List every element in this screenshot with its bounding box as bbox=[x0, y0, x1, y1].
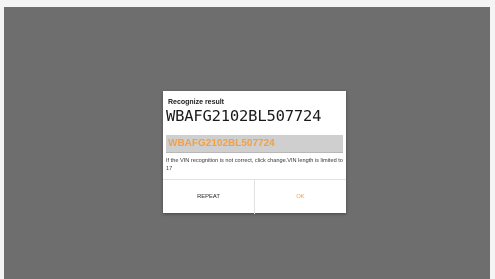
vin-hint-text: If the VIN recognition is not correct, c… bbox=[166, 158, 343, 172]
ok-button[interactable]: OK bbox=[255, 180, 346, 214]
repeat-button[interactable]: REPEAT bbox=[163, 180, 255, 214]
vin-input-field[interactable]: WBAFG2102BL507724 bbox=[166, 135, 343, 153]
recognized-vin-text: WBAFG2102BL507724 bbox=[166, 107, 322, 125]
recognize-result-dialog: Recognize result WBAFG2102BL507724 WBAFG… bbox=[163, 91, 346, 214]
dialog-button-row: REPEAT OK bbox=[163, 179, 346, 214]
dialog-title: Recognize result bbox=[168, 99, 225, 106]
dimmed-screen-overlay: Recognize result WBAFG2102BL507724 WBAFG… bbox=[4, 7, 490, 279]
